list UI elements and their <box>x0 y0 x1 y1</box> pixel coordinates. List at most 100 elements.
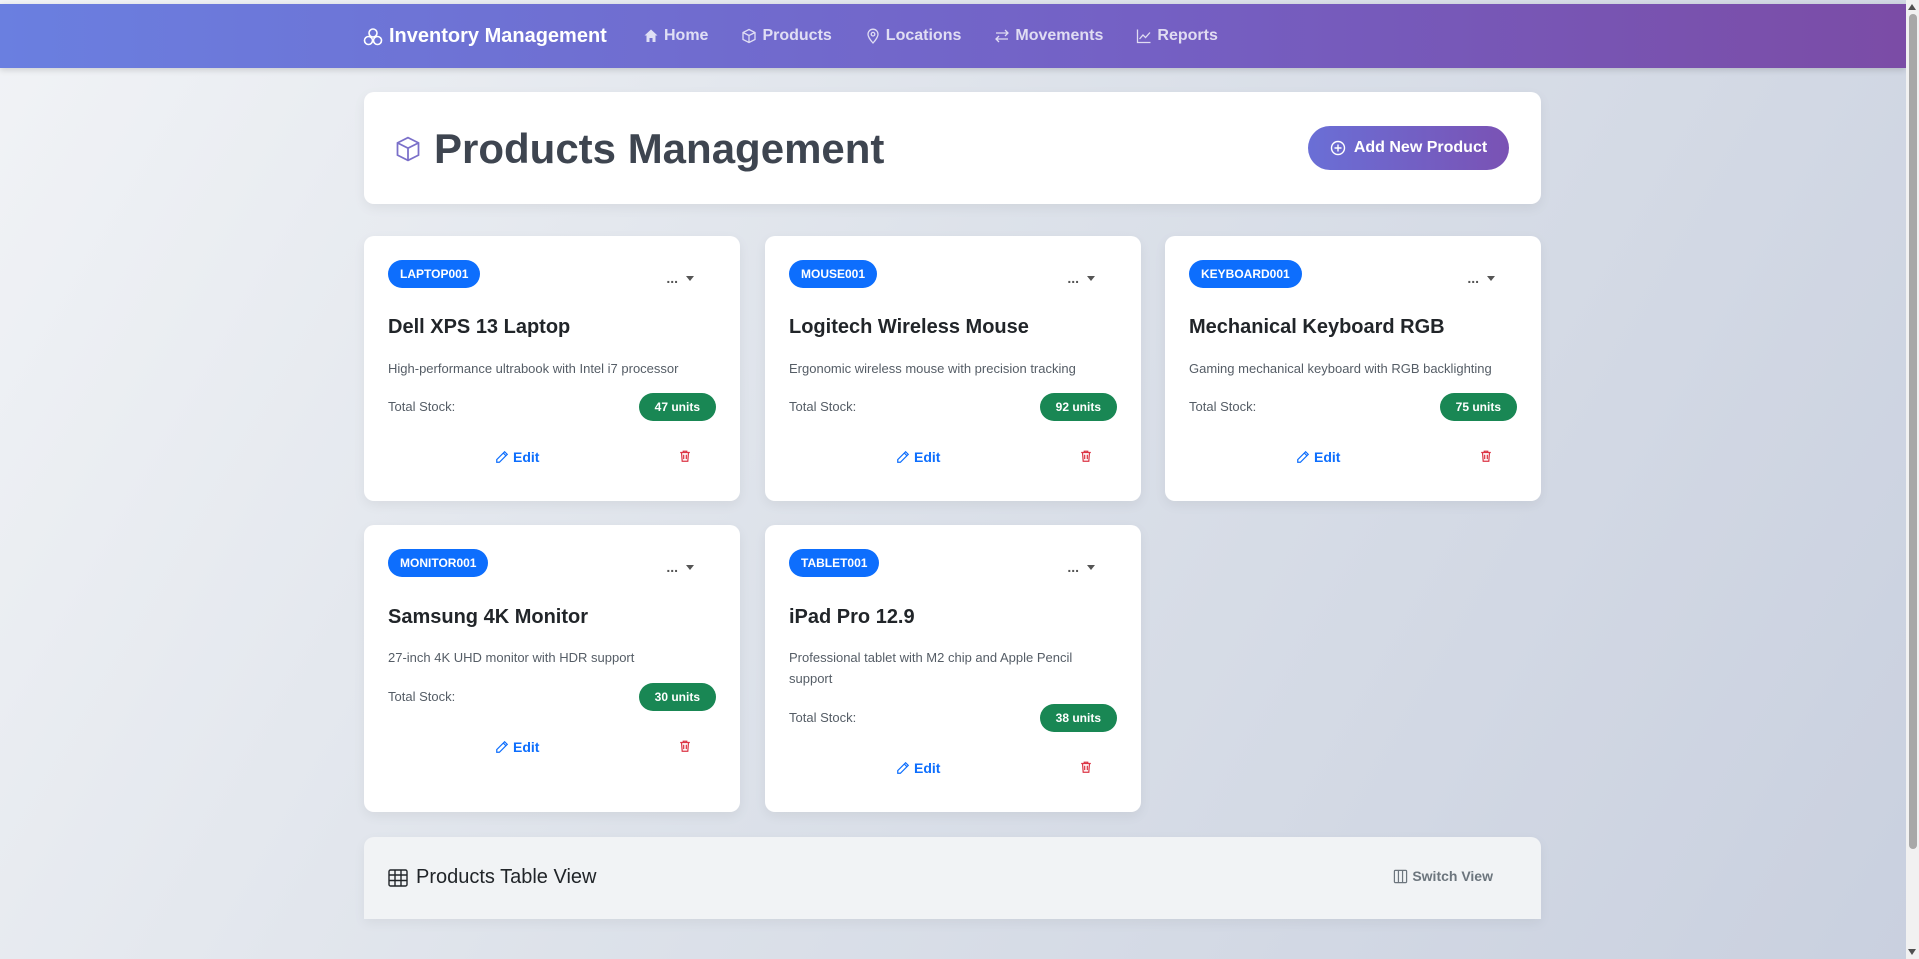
stock-badge: 47 units <box>638 393 716 421</box>
more-icon: ... <box>1467 270 1479 286</box>
navbar-brand[interactable]: Inventory Management <box>363 25 607 48</box>
nav-item-label: Home <box>664 27 709 44</box>
line-chart-icon <box>1137 29 1151 44</box>
nav-item-products[interactable]: Products <box>741 27 832 45</box>
total-stock-label: Total Stock: <box>388 689 456 704</box>
edit-button[interactable]: Edit <box>896 449 940 465</box>
sku-badge: MONITOR001 <box>388 549 489 577</box>
delete-button[interactable] <box>1479 449 1493 468</box>
nav-item-locations[interactable]: Locations <box>865 27 962 45</box>
stock-badge: 30 units <box>638 683 716 711</box>
boxes-icon <box>363 27 383 45</box>
page-title: Products Management <box>394 125 884 173</box>
card-menu-dropdown[interactable]: ... <box>666 559 694 575</box>
table-title-label: Products Table View <box>416 866 597 888</box>
card-menu-dropdown[interactable]: ... <box>666 270 694 286</box>
pencil-icon <box>496 450 509 463</box>
product-card: MONITOR001 ... Samsung 4K Monitor 27-inc… <box>364 525 740 812</box>
pencil-icon <box>1297 450 1310 463</box>
sku-badge: KEYBOARD001 <box>1189 260 1302 288</box>
pencil-icon <box>897 761 910 774</box>
edit-button[interactable]: Edit <box>896 760 940 776</box>
box-icon <box>742 28 757 44</box>
product-name: Logitech Wireless Mouse <box>789 316 1029 338</box>
caret-down-icon <box>1087 275 1095 281</box>
products-table-card: Products Table View Switch View <box>364 837 1541 919</box>
caret-down-icon <box>686 564 694 570</box>
plus-circle-icon <box>1330 140 1346 156</box>
page-header-card: Products Management Add New Product <box>364 92 1541 204</box>
more-icon: ... <box>1067 270 1079 286</box>
product-name: Samsung 4K Monitor <box>388 606 589 628</box>
switch-view-label: Switch View <box>1412 868 1493 884</box>
pencil-icon <box>496 740 509 753</box>
delete-button[interactable] <box>1079 760 1093 779</box>
delete-button[interactable] <box>678 449 692 468</box>
trash-icon <box>1081 450 1091 462</box>
house-icon <box>644 29 658 42</box>
delete-button[interactable] <box>678 739 692 758</box>
box-icon <box>396 136 420 162</box>
page-title-label: Products Management <box>434 125 885 172</box>
switch-view-button[interactable]: Switch View <box>1393 868 1493 884</box>
nav-item-label: Movements <box>1015 27 1104 44</box>
edit-label: Edit <box>513 739 540 755</box>
add-new-product-button[interactable]: Add New Product <box>1308 126 1509 170</box>
product-description: High-performance ultrabook with Intel i7… <box>388 361 679 376</box>
product-name: iPad Pro 12.9 <box>789 606 915 628</box>
map-pin-icon <box>867 28 879 44</box>
product-name: Dell XPS 13 Laptop <box>388 316 571 338</box>
product-card: TABLET001 ... iPad Pro 12.9 Professional… <box>765 525 1141 812</box>
stock-badge: 75 units <box>1439 393 1517 421</box>
top-navbar: Inventory Management Home Products Locat… <box>0 4 1906 68</box>
total-stock-label: Total Stock: <box>1189 399 1257 414</box>
brand-label: Inventory Management <box>389 25 607 47</box>
stock-badge: 38 units <box>1039 704 1117 732</box>
nav-item-label: Locations <box>885 27 962 44</box>
product-description: Ergonomic wireless mouse with precision … <box>789 361 1076 376</box>
edit-label: Edit <box>914 449 941 465</box>
scroll-up-arrow-icon[interactable] <box>1908 4 1916 10</box>
table-icon <box>388 868 408 887</box>
total-stock-label: Total Stock: <box>388 399 456 414</box>
edit-label: Edit <box>513 449 540 465</box>
scrollbar-thumb[interactable] <box>1909 14 1917 849</box>
vertical-scrollbar[interactable] <box>1906 0 1919 959</box>
product-card: LAPTOP001 ... Dell XPS 13 Laptop High-pe… <box>364 236 740 501</box>
trash-icon <box>680 450 690 462</box>
edit-label: Edit <box>914 760 941 776</box>
card-menu-dropdown[interactable]: ... <box>1067 270 1095 286</box>
product-name: Mechanical Keyboard RGB <box>1189 316 1445 338</box>
edit-button[interactable]: Edit <box>495 449 539 465</box>
more-icon: ... <box>666 270 678 286</box>
product-description: Professional tablet with M2 chip and App… <box>789 650 1073 686</box>
product-description: Gaming mechanical keyboard with RGB back… <box>1189 361 1492 376</box>
arrows-exchange-icon <box>995 29 1010 43</box>
columns-icon <box>1394 869 1408 883</box>
trash-icon <box>1081 761 1091 773</box>
delete-button[interactable] <box>1079 449 1093 468</box>
total-stock-label: Total Stock: <box>789 710 857 725</box>
add-new-product-label: Add New Product <box>1353 139 1488 156</box>
card-menu-dropdown[interactable]: ... <box>1467 270 1495 286</box>
edit-button[interactable]: Edit <box>495 739 539 755</box>
nav-item-movements[interactable]: Movements <box>994 27 1103 45</box>
product-card: MOUSE001 ... Logitech Wireless Mouse Erg… <box>765 236 1141 501</box>
nav-item-reports[interactable]: Reports <box>1136 27 1218 45</box>
scroll-down-arrow-icon[interactable] <box>1908 949 1916 955</box>
edit-button[interactable]: Edit <box>1296 449 1340 465</box>
more-icon: ... <box>666 559 678 575</box>
nav-item-label: Reports <box>1157 27 1218 44</box>
sku-badge: LAPTOP001 <box>388 260 481 288</box>
more-icon: ... <box>1067 559 1079 575</box>
nav-menu: Home Products Locations Movements Report… <box>643 27 1251 45</box>
caret-down-icon <box>1087 564 1095 570</box>
caret-down-icon <box>1487 275 1495 281</box>
trash-icon <box>680 740 690 752</box>
caret-down-icon <box>686 275 694 281</box>
edit-label: Edit <box>1314 449 1341 465</box>
nav-item-home[interactable]: Home <box>643 27 708 45</box>
sku-badge: TABLET001 <box>789 549 880 577</box>
card-menu-dropdown[interactable]: ... <box>1067 559 1095 575</box>
pencil-icon <box>897 450 910 463</box>
